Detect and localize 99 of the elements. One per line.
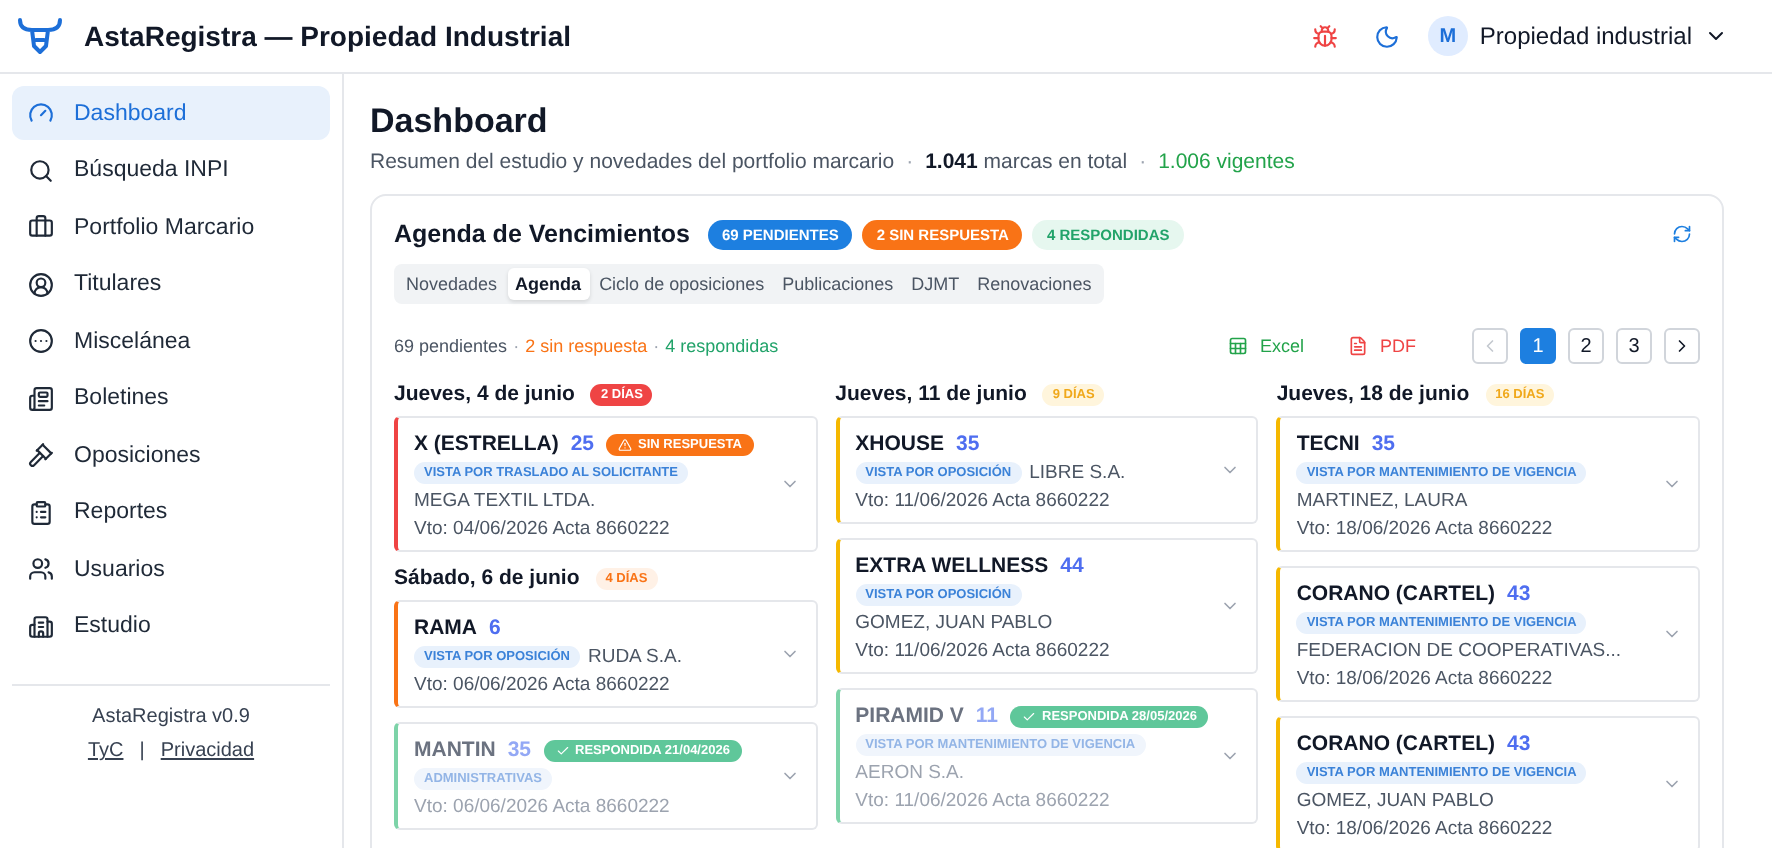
class-number: 35 [507,738,532,762]
trademark-name: XHOUSE [855,432,944,456]
page-button[interactable]: 2 [1568,328,1604,364]
trademark-name: CORANO (CARTEL) [1296,732,1495,756]
class-number: 25 [570,432,595,456]
moon-icon [1373,23,1400,49]
account-name: Propiedad industrial [1479,22,1692,50]
sidebar-item[interactable]: Reportes [12,485,330,539]
date-heading: Jueves, 11 de junio [835,382,1027,406]
holder-name: MEGA TEXTIL LTDA. [414,490,596,512]
trademark-name: MANTIN [414,738,496,762]
document-icon [1348,336,1368,356]
bug-icon [1311,23,1338,49]
holder-name: GOMEZ, JUAN PABLO [1296,790,1494,812]
separator-dot: · [513,336,520,356]
dots-circle-icon [28,328,54,354]
summary-text: 2 sin respuesta [525,336,648,356]
sidebar-item[interactable]: Titulares [12,257,330,311]
tab[interactable]: Novedades [398,268,506,300]
trademark-name: TECNI [1296,432,1360,456]
due-text: Vto: 18/06/2026 Acta 8660222 [1296,668,1555,690]
class-number: 35 [956,432,980,456]
due-text: Vto: 18/06/2026 Acta 8660222 [1296,518,1555,540]
class-number: 6 [489,616,501,640]
sidebar-item[interactable]: Boletines [12,371,330,425]
separator-dot: · [1139,150,1147,174]
trademark-name: PIRAMID V [855,704,964,728]
date-heading: Jueves, 18 de junio [1276,382,1470,406]
user-circle-icon [28,271,54,297]
due-text: Vto: 11/06/2026 Acta 8660222 [855,490,1112,512]
refresh-icon [1672,224,1692,244]
page-button[interactable]: 1 [1520,328,1556,364]
footer-link[interactable]: Privacidad [160,740,255,762]
holder-name: GOMEZ, JUAN PABLO [855,612,1053,634]
summary-text: 69 pendientes [394,336,508,356]
account-menu[interactable]: M Propiedad industrial [1427,16,1728,56]
briefcase-icon [28,214,54,240]
app-title: AstaRegistra — Propiedad Industrial [84,20,573,52]
class-number: 43 [1506,732,1531,756]
sidebar-item[interactable]: Dashboard [12,86,330,140]
building-icon [28,613,54,639]
gauge-icon [28,100,54,126]
sidebar-item[interactable]: Miscelánea [12,314,330,368]
page-button[interactable]: 3 [1616,328,1652,364]
sidebar-item[interactable]: Usuarios [12,542,330,596]
holder-name: RUDA S.A. [587,646,682,668]
stat-text: 1.041 marcas en total [925,150,1128,174]
trademark-name: EXTRA WELLNESS [855,554,1049,578]
check-icon [1022,709,1037,723]
due-text: Vto: 06/06/2026 Acta 8660222 [414,796,672,818]
holder-name: FEDERACION DE COOPERATIVAS... [1296,640,1622,662]
page-title: Dashboard [370,102,550,142]
sidebar-item[interactable]: Portfolio Marcario [12,200,330,254]
trademark-name: CORANO (CARTEL) [1296,582,1495,606]
next-page-button[interactable] [1664,328,1700,364]
newspaper-icon [28,385,54,411]
sidebar-item[interactable]: Oposiciones [12,428,330,482]
stat-text: 1.006 vigentes [1158,150,1295,174]
date-heading: Sábado, 6 de junio [394,566,580,590]
summary-text: 4 respondidas [665,336,779,356]
clipboard-icon [28,499,54,525]
class-number: 35 [1371,432,1396,456]
separator-dot: · [906,150,914,174]
due-text: Vto: 18/06/2026 Acta 8660222 [1296,818,1555,840]
sidebar-item[interactable]: Búsqueda INPI [12,143,330,197]
due-text: Vto: 11/06/2026 Acta 8660222 [855,640,1112,662]
tab[interactable]: Agenda [507,268,590,300]
bull-logo-icon [16,16,64,56]
due-text: Vto: 06/06/2026 Acta 8660222 [414,674,672,696]
link-separator: | [139,740,145,762]
separator-dot: · [653,336,660,356]
class-number: 43 [1506,582,1531,606]
footer-link[interactable]: TyC [87,740,124,762]
class-number: 11 [975,704,999,728]
holder-name: AERON S.A. [855,762,965,784]
tab[interactable]: Ciclo de oposiciones [591,268,773,300]
spreadsheet-icon [1227,336,1248,356]
date-heading: Jueves, 4 de junio [394,382,575,406]
panel-title: Agenda de Vencimientos [394,220,690,248]
class-number: 44 [1060,554,1084,578]
holder-name: MARTINEZ, LAURA [1296,490,1468,512]
trademark-name: X (ESTRELLA) [414,432,559,456]
due-text: Vto: 11/06/2026 Acta 8660222 [855,790,1112,812]
search-icon [28,157,54,183]
users-icon [28,556,54,582]
gavel-icon [28,442,54,468]
due-text: Vto: 04/06/2026 Acta 8660222 [414,518,672,540]
tab[interactable]: DJMT [903,268,968,300]
version-text: AstaRegistra v0.9 [92,706,250,728]
pdf-export-button[interactable]: PDF [1348,336,1416,356]
page-subtitle: Resumen del estudio y novedades del portfolio marcario [370,150,895,174]
sidebar-item[interactable]: Estudio [12,599,330,653]
check-icon [555,743,570,757]
warning-icon [618,437,633,451]
tab[interactable]: Publicaciones [774,268,902,300]
holder-name: LIBRE S.A. [1029,462,1126,484]
trademark-name: RAMA [414,616,477,640]
tab[interactable]: Renovaciones [969,268,1100,300]
avatar: M [1427,16,1468,56]
